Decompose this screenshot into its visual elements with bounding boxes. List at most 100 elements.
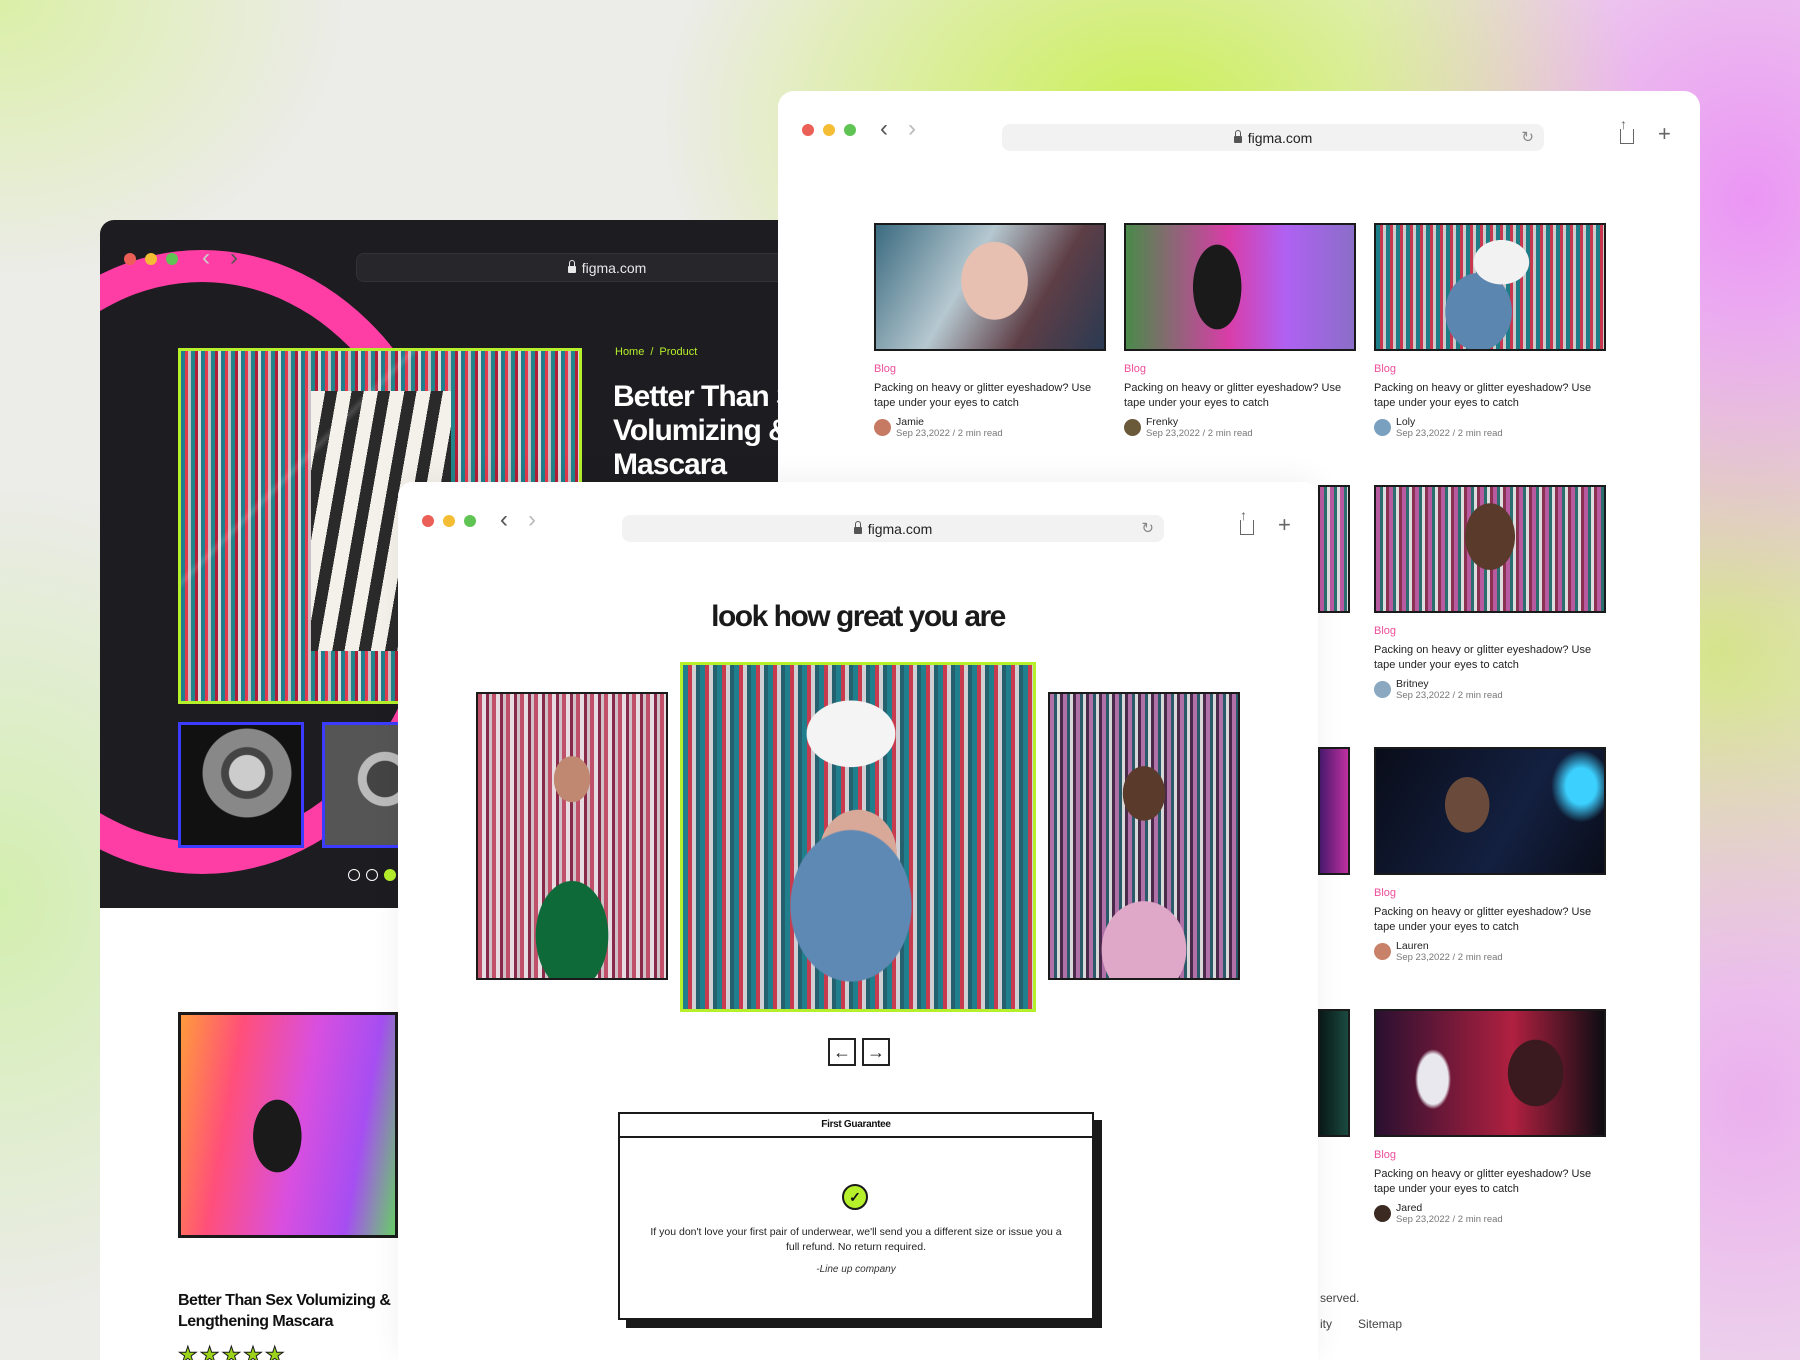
blog-card[interactable]: Blog Packing on heavy or glitter eyeshad… [1374, 747, 1606, 964]
blog-card-tag[interactable]: Blog [1374, 887, 1606, 899]
window-controls [124, 253, 178, 265]
guarantee-text: If you don't love your first pair of und… [650, 1226, 1062, 1253]
carousel-dot-3-active[interactable] [384, 869, 396, 881]
blog-card-tag[interactable]: Blog [874, 363, 1106, 375]
author-name: Britney [1396, 678, 1429, 690]
footer-link[interactable]: ity [1320, 1317, 1332, 1331]
blog-card[interactable]: Blog Packing on heavy or glitter eyeshad… [874, 223, 1106, 440]
blog-card-image-partial[interactable] [1318, 485, 1350, 613]
carousel-dot-2[interactable] [366, 869, 378, 881]
new-tab-plus-icon[interactable]: + [1278, 512, 1291, 538]
blog-card-meta: Loly Sep 23,2022 / 2 min read [1374, 416, 1606, 440]
blog-card-title[interactable]: Packing on heavy or glitter eyeshadow? U… [874, 381, 1106, 411]
reload-icon[interactable]: ↻ [1521, 128, 1534, 146]
blog-card-tag[interactable]: Blog [1374, 363, 1606, 375]
address-bar[interactable]: figma.com [356, 253, 840, 282]
blog-card-image-partial[interactable] [1318, 1009, 1350, 1137]
checkmark-badge-icon: ✓ [842, 1184, 868, 1210]
footer-sitemap-link[interactable]: Sitemap [1358, 1317, 1402, 1331]
close-window-button[interactable] [124, 253, 136, 265]
author-name: Loly [1396, 416, 1416, 428]
blog-card-tag[interactable]: Blog [1124, 363, 1356, 375]
blog-card-title[interactable]: Packing on heavy or glitter eyeshadow? U… [1374, 643, 1606, 673]
reload-icon[interactable]: ↻ [1141, 519, 1154, 537]
blog-card[interactable]: Blog Packing on heavy or glitter eyeshad… [1374, 485, 1606, 702]
footer-rights: served. [1320, 1291, 1360, 1305]
rating-stars-icon: ★★★★★ [178, 1342, 287, 1360]
forward-arrow-icon[interactable]: › [908, 115, 916, 143]
gallery-image-right[interactable] [1048, 692, 1240, 980]
blog-card-title[interactable]: Packing on heavy or glitter eyeshadow? U… [1374, 381, 1606, 411]
share-icon[interactable] [1620, 116, 1634, 144]
blog-card-meta: Jared Sep 23,2022 / 2 min read [1374, 1202, 1606, 1226]
previous-arrow-button[interactable]: ← [828, 1038, 856, 1066]
blog-card-image[interactable] [1374, 1009, 1606, 1137]
guarantee-signature: -Line up company [816, 1264, 896, 1275]
lock-icon [567, 260, 576, 273]
blog-card-image[interactable] [874, 223, 1106, 351]
forward-arrow-icon[interactable]: › [528, 506, 536, 534]
blog-card[interactable]: Blog Packing on heavy or glitter eyeshad… [1374, 223, 1606, 440]
minimize-window-button[interactable] [145, 253, 157, 265]
blog-card-title[interactable]: Packing on heavy or glitter eyeshadow? U… [1374, 905, 1606, 935]
blog-card-image[interactable] [1374, 485, 1606, 613]
author-name: Jamie [896, 416, 925, 428]
blog-card-image[interactable] [1124, 223, 1356, 351]
blog-card-title[interactable]: Packing on heavy or glitter eyeshadow? U… [1124, 381, 1356, 411]
blog-card[interactable]: Blog Packing on heavy or glitter eyeshad… [1374, 1009, 1606, 1226]
avatar [1374, 681, 1391, 698]
address-bar[interactable]: figma.com ↻ [622, 515, 1164, 542]
minimize-window-button[interactable] [823, 124, 835, 136]
breadcrumb-home[interactable]: Home [615, 346, 644, 358]
lock-icon [853, 521, 862, 534]
blog-card-image[interactable] [1374, 223, 1606, 351]
avatar [1374, 419, 1391, 436]
window-controls [422, 515, 476, 527]
product-thumbnail-1[interactable] [178, 722, 304, 848]
post-date: Sep 23,2022 / 2 min read [1396, 428, 1503, 439]
new-tab-plus-icon[interactable]: + [1658, 121, 1671, 147]
url-text: figma.com [867, 520, 933, 537]
author-name: Frenky [1146, 416, 1179, 428]
post-date: Sep 23,2022 / 2 min read [1146, 428, 1253, 439]
author-name: Jared [1396, 1202, 1423, 1214]
avatar [1374, 943, 1391, 960]
gallery-heading: look how great you are [711, 600, 1006, 633]
avatar [1124, 419, 1141, 436]
window-controls [802, 124, 856, 136]
blog-card-title[interactable]: Packing on heavy or glitter eyeshadow? U… [1374, 1167, 1606, 1197]
product-card-title[interactable]: Better Than Sex Volumizing & Lengthening… [178, 1290, 408, 1332]
browser-toolbar: ‹ › figma.com ↻ + [778, 91, 1700, 169]
back-arrow-icon[interactable]: ‹ [500, 506, 508, 534]
carousel-dot-1[interactable] [348, 869, 360, 881]
next-arrow-button[interactable]: → [862, 1038, 890, 1066]
avatar [874, 419, 891, 436]
maximize-window-button[interactable] [166, 253, 178, 265]
minimize-window-button[interactable] [443, 515, 455, 527]
share-icon[interactable] [1240, 507, 1254, 535]
breadcrumb-current[interactable]: Product [659, 346, 697, 358]
avatar [1374, 1205, 1391, 1222]
blog-card-tag[interactable]: Blog [1374, 1149, 1606, 1161]
url-text: figma.com [581, 259, 647, 276]
back-arrow-icon[interactable]: ‹ [202, 244, 210, 272]
maximize-window-button[interactable] [844, 124, 856, 136]
gallery-image-center[interactable] [680, 662, 1036, 1012]
blog-card[interactable]: Blog Packing on heavy or glitter eyeshad… [1124, 223, 1356, 440]
blog-card-tag[interactable]: Blog [1374, 625, 1606, 637]
gallery-browser-window: ‹ › figma.com ↻ + look how great you are… [398, 482, 1318, 1360]
close-window-button[interactable] [802, 124, 814, 136]
back-arrow-icon[interactable]: ‹ [880, 115, 888, 143]
url-text: figma.com [1247, 129, 1313, 146]
address-bar[interactable]: figma.com ↻ [1002, 124, 1544, 151]
product-card-image[interactable] [178, 1012, 398, 1238]
close-window-button[interactable] [422, 515, 434, 527]
post-date: Sep 23,2022 / 2 min read [1396, 1214, 1503, 1225]
blog-card-image-partial[interactable] [1318, 747, 1350, 875]
gallery-image-left[interactable] [476, 692, 668, 980]
forward-arrow-icon[interactable]: › [230, 244, 238, 272]
blog-card-image[interactable] [1374, 747, 1606, 875]
maximize-window-button[interactable] [464, 515, 476, 527]
blog-card-meta: Britney Sep 23,2022 / 2 min read [1374, 678, 1606, 702]
blog-card-meta: Lauren Sep 23,2022 / 2 min read [1374, 940, 1606, 964]
